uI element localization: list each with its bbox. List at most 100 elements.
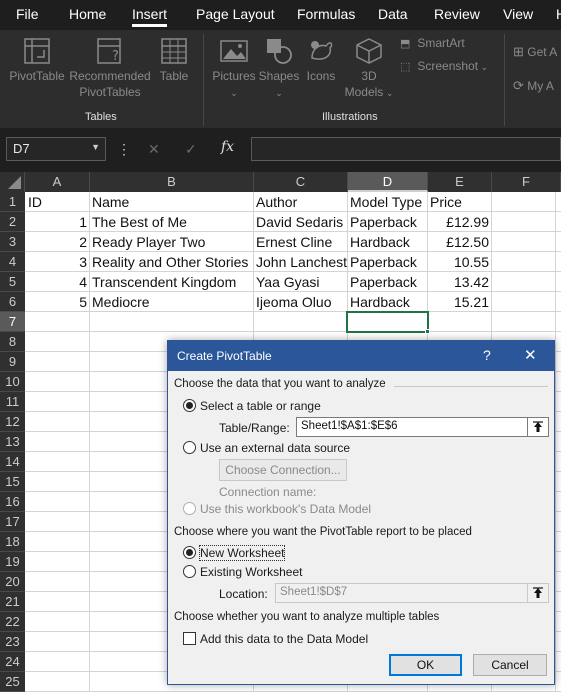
row-header-23[interactable]: 23: [0, 632, 25, 652]
cell-e5[interactable]: 13.42: [428, 272, 491, 292]
dialog-title-bar[interactable]: Create PivotTable ? ✕: [168, 341, 554, 371]
fill-handle[interactable]: [425, 329, 430, 334]
cell-e2[interactable]: £12.99: [428, 212, 491, 232]
table-button[interactable]: Table: [152, 36, 196, 84]
add-to-data-model-checkbox[interactable]: [183, 632, 196, 645]
select-table-range-label[interactable]: Select a table or range: [200, 399, 321, 413]
row-header-24[interactable]: 24: [0, 652, 25, 672]
table-range-picker-button[interactable]: [527, 417, 549, 437]
column-header-c[interactable]: C: [254, 172, 348, 192]
name-box[interactable]: D7 ▼: [6, 137, 106, 161]
table-range-input[interactable]: Sheet1!$A$1:$E$6: [296, 417, 528, 437]
row-header-21[interactable]: 21: [0, 592, 25, 612]
more-options-icon[interactable]: ⋮: [117, 141, 131, 158]
cell-b5[interactable]: Transcendent Kingdom: [90, 272, 253, 292]
cell-c1[interactable]: Author: [254, 192, 347, 212]
help-button[interactable]: ?: [483, 347, 491, 363]
my-addins-button[interactable]: ⟳ My A: [513, 78, 554, 94]
shapes-button[interactable]: Shapes ⌄: [258, 36, 300, 101]
cell-b6[interactable]: Mediocre: [90, 292, 253, 312]
cell-e4[interactable]: 10.55: [428, 252, 491, 272]
tab-home[interactable]: Home: [69, 6, 106, 22]
tab-data[interactable]: Data: [378, 6, 408, 22]
row-header-2[interactable]: 2: [0, 212, 25, 232]
existing-worksheet-label[interactable]: Existing Worksheet: [200, 565, 303, 579]
cancel-icon[interactable]: ✕: [148, 141, 160, 158]
row-header-8[interactable]: 8: [0, 332, 25, 352]
cancel-button[interactable]: Cancel: [473, 654, 547, 676]
cell-b2[interactable]: The Best of Me: [90, 212, 253, 232]
location-picker-button[interactable]: [527, 583, 549, 603]
cell-a5[interactable]: 4: [26, 272, 89, 292]
column-header-e[interactable]: E: [428, 172, 492, 192]
choose-connection-button[interactable]: Choose Connection...: [219, 459, 347, 481]
formula-input[interactable]: [251, 137, 561, 161]
active-cell-d7[interactable]: [346, 311, 429, 333]
tab-formulas[interactable]: Formulas: [297, 6, 355, 22]
row-header-5[interactable]: 5: [0, 272, 25, 292]
cell-d4[interactable]: Paperback: [348, 252, 427, 272]
select-all-corner[interactable]: [0, 172, 25, 192]
cell-b4[interactable]: Reality and Other Stories: [90, 252, 253, 272]
smartart-button[interactable]: ⬒ SmartArt: [400, 36, 465, 50]
row-header-9[interactable]: 9: [0, 352, 25, 372]
cell-a4[interactable]: 3: [26, 252, 89, 272]
cell-c5[interactable]: Yaa Gyasi: [254, 272, 347, 292]
row-header-17[interactable]: 17: [0, 512, 25, 532]
cell-e3[interactable]: £12.50: [428, 232, 491, 252]
tab-review[interactable]: Review: [434, 6, 480, 22]
add-to-data-model-label[interactable]: Add this data to the Data Model: [200, 632, 368, 646]
cell-c2[interactable]: David Sedaris: [254, 212, 347, 232]
tab-file[interactable]: File: [16, 6, 39, 22]
cell-c3[interactable]: Ernest Cline: [254, 232, 347, 252]
cell-c6[interactable]: Ijeoma Oluo: [254, 292, 347, 312]
cell-a3[interactable]: 2: [26, 232, 89, 252]
column-header-f[interactable]: F: [492, 172, 561, 192]
cell-e1[interactable]: Price: [428, 192, 491, 212]
column-header-a[interactable]: A: [25, 172, 90, 192]
row-header-7[interactable]: 7: [0, 312, 25, 332]
cell-d5[interactable]: Paperback: [348, 272, 427, 292]
row-header-6[interactable]: 6: [0, 292, 25, 312]
row-header-20[interactable]: 20: [0, 572, 25, 592]
row-header-11[interactable]: 11: [0, 392, 25, 412]
select-table-range-radio[interactable]: [183, 399, 196, 412]
tab-view[interactable]: View: [503, 6, 533, 22]
row-header-4[interactable]: 4: [0, 252, 25, 272]
pictures-button[interactable]: Pictures ⌄: [210, 36, 258, 101]
3d-models-button[interactable]: 3D Models ⌄: [344, 36, 394, 101]
new-worksheet-radio[interactable]: [183, 546, 196, 559]
icons-button[interactable]: Icons: [302, 36, 340, 84]
data-model-label[interactable]: Use this workbook's Data Model: [200, 502, 371, 516]
external-source-radio[interactable]: [183, 441, 196, 454]
row-header-18[interactable]: 18: [0, 532, 25, 552]
location-input[interactable]: Sheet1!$D$7: [275, 583, 528, 603]
existing-worksheet-radio[interactable]: [183, 565, 196, 578]
screenshot-button[interactable]: ⬚ Screenshot ⌄: [400, 59, 488, 73]
insert-function-icon[interactable]: fx: [221, 139, 234, 155]
cell-e6[interactable]: 15.21: [428, 292, 491, 312]
cell-d6[interactable]: Hardback: [348, 292, 427, 312]
row-header-14[interactable]: 14: [0, 452, 25, 472]
name-box-dropdown-icon[interactable]: ▼: [91, 142, 100, 152]
cell-d2[interactable]: Paperback: [348, 212, 427, 232]
row-header-16[interactable]: 16: [0, 492, 25, 512]
row-header-1[interactable]: 1: [0, 192, 25, 212]
recommended-pivottables-button[interactable]: ? Recommended PivotTables: [68, 36, 152, 100]
close-button[interactable]: ✕: [524, 346, 537, 364]
cell-d1[interactable]: Model Type: [348, 192, 427, 212]
tab-page-layout[interactable]: Page Layout: [196, 6, 275, 22]
row-header-22[interactable]: 22: [0, 612, 25, 632]
cell-d3[interactable]: Hardback: [348, 232, 427, 252]
cell-a2[interactable]: 1: [26, 212, 89, 232]
cell-b1[interactable]: Name: [90, 192, 253, 212]
row-header-15[interactable]: 15: [0, 472, 25, 492]
cell-a6[interactable]: 5: [26, 292, 89, 312]
new-worksheet-label[interactable]: New Worksheet: [198, 545, 286, 561]
pivottable-button[interactable]: PivotTable: [6, 36, 68, 84]
row-header-10[interactable]: 10: [0, 372, 25, 392]
row-header-25[interactable]: 25: [0, 672, 25, 692]
cell-c4[interactable]: John Lanchest: [254, 252, 347, 272]
ok-button[interactable]: OK: [389, 654, 462, 676]
tab-insert[interactable]: Insert: [132, 6, 168, 27]
